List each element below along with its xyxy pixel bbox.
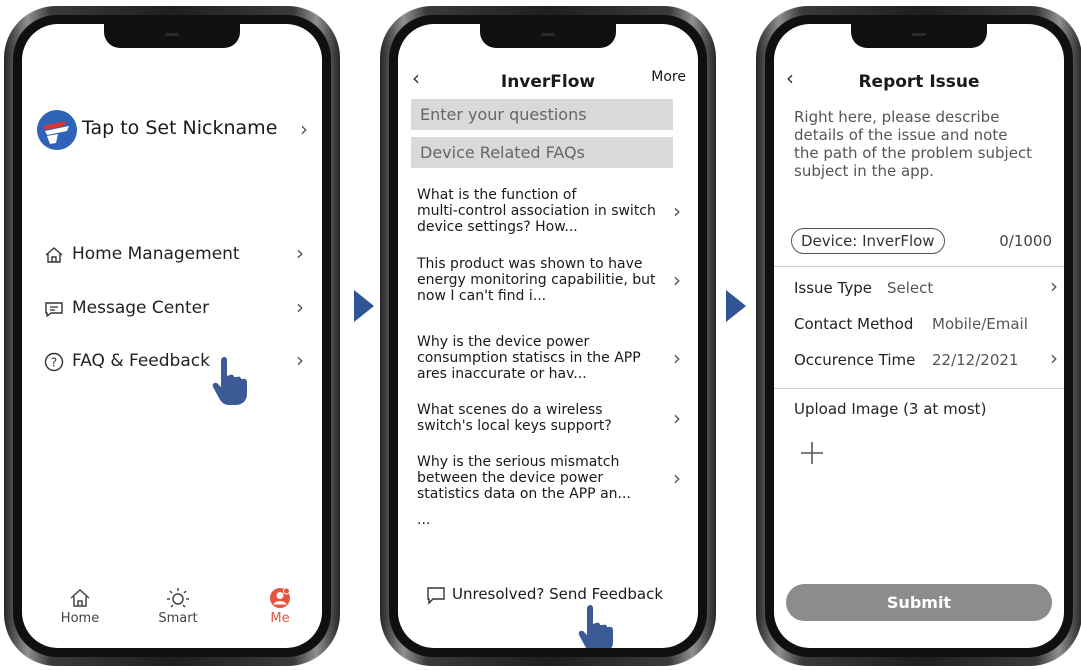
tab-label: Me <box>270 611 290 626</box>
menu-label: Message Center <box>72 298 210 318</box>
divider <box>774 388 1064 389</box>
chevron-right-icon: › <box>1050 346 1058 370</box>
faq-line: multi-control association in switch <box>417 203 656 219</box>
tab-label: Home <box>60 611 100 626</box>
faq-item[interactable]: Why is the device power consumption stat… <box>417 334 681 382</box>
question-circle-icon: ? <box>44 352 64 372</box>
svg-text:?: ? <box>51 356 57 370</box>
section-header: Device Related FAQs <box>411 137 673 168</box>
faq-line: Why is the device power <box>417 334 590 350</box>
faq-line: consumption statiscs in the APP <box>417 350 641 366</box>
occurence-time-value: 22/12/2021 <box>932 351 1019 369</box>
message-icon <box>45 302 63 318</box>
faq-line: What scenes do a wireless <box>417 402 603 418</box>
occurence-time-label: Occurence Time <box>794 351 916 369</box>
plus-icon[interactable] <box>800 441 824 465</box>
chevron-right-icon: › <box>296 295 304 319</box>
report-screen: ‹ Report Issue Right here, please descri… <box>774 24 1064 648</box>
description-line: the path of the problem subject <box>794 144 1033 162</box>
faq-item[interactable]: What scenes do a wireless switch's local… <box>417 402 681 434</box>
faq-line: This product was shown to have <box>417 256 643 272</box>
character-counter: 0/1000 <box>999 232 1052 250</box>
chevron-right-icon: › <box>1050 274 1058 298</box>
profile-icon <box>270 587 290 608</box>
profile-row[interactable]: Tap to Set Nickname › <box>36 109 308 153</box>
submit-button[interactable]: Submit <box>786 584 1052 621</box>
contact-method-row[interactable]: Contact Method Mobile/Email <box>774 310 1064 338</box>
message-icon <box>427 587 445 605</box>
chevron-right-icon: › <box>673 199 681 223</box>
phone-frame-report: ‹ Report Issue Right here, please descri… <box>756 6 1081 666</box>
chevron-right-icon: › <box>300 117 308 141</box>
tab-home[interactable]: Home <box>50 587 110 626</box>
phone-frame-faq: ‹ InverFlow More Enter your questions De… <box>380 6 716 666</box>
occurence-time-row[interactable]: Occurence Time 22/12/2021 › <box>774 346 1064 374</box>
description-input[interactable]: Right here, please describe details of t… <box>794 108 1032 180</box>
notch <box>104 24 240 48</box>
issue-type-label: Issue Type <box>794 279 873 297</box>
upload-label: Upload Image (3 at most) <box>794 400 987 418</box>
more-button[interactable]: More <box>651 69 686 85</box>
description-line: details of the issue and note <box>794 126 1008 144</box>
flow-arrow <box>726 290 746 322</box>
chevron-right-icon: › <box>296 348 304 372</box>
menu-label: Home Management <box>72 244 240 264</box>
feedback-label: Unresolved? Send Feedback <box>452 585 664 603</box>
chevron-right-icon: › <box>673 268 681 292</box>
faq-line: What is the function of <box>417 187 577 203</box>
tab-me[interactable]: Me <box>250 587 310 626</box>
nickname-label: Tap to Set Nickname <box>82 117 278 139</box>
faq-line: statistics data on the APP an... <box>417 486 631 502</box>
notch <box>851 24 987 48</box>
issue-type-row[interactable]: Issue Type Select › <box>774 274 1064 302</box>
faq-line: between the device power <box>417 470 604 486</box>
flow-arrow <box>354 290 374 322</box>
pointer-hand-icon <box>212 356 247 405</box>
chevron-right-icon: › <box>296 241 304 265</box>
faq-line: now I can't find i... <box>417 288 547 304</box>
contact-method-value: Mobile/Email <box>932 315 1028 333</box>
faq-item[interactable]: What is the function of multi-control as… <box>417 187 681 235</box>
tab-label: Smart <box>158 611 198 626</box>
faq-line: device settings? How... <box>417 219 578 235</box>
faq-screen: ‹ InverFlow More Enter your questions De… <box>398 24 698 648</box>
sun-icon <box>167 588 189 608</box>
faq-line: energy monitoring capabilitie, but <box>417 272 656 288</box>
faq-item[interactable]: This product was shown to have energy mo… <box>417 256 681 304</box>
divider <box>774 266 1064 267</box>
home-outline-icon <box>45 247 63 263</box>
chevron-right-icon: › <box>673 466 681 490</box>
pointer-hand-icon <box>578 604 613 648</box>
contact-method-label: Contact Method <box>794 315 914 333</box>
faq-line: Why is the serious mismatch <box>417 454 620 470</box>
search-input[interactable]: Enter your questions <box>411 99 673 130</box>
menu-label: FAQ & Feedback <box>72 351 210 371</box>
home-icon <box>70 588 90 607</box>
send-feedback-button[interactable]: Unresolved? Send Feedback <box>426 584 686 606</box>
faq-line: ares inaccurate or hav... <box>417 366 587 382</box>
chevron-right-icon: › <box>673 406 681 430</box>
description-line: Right here, please describe <box>794 108 1000 126</box>
menu-item-message-center[interactable]: Message Center › <box>44 295 304 325</box>
chevron-right-icon: › <box>673 346 681 370</box>
device-tag[interactable]: Device: InverFlow <box>791 228 945 254</box>
page-title: Report Issue <box>858 72 980 92</box>
tab-smart[interactable]: Smart <box>148 587 208 626</box>
app-logo-avatar <box>37 110 77 150</box>
more-ellipsis: ... <box>417 512 431 528</box>
menu-item-faq-feedback[interactable]: ? FAQ & Feedback › <box>44 348 304 378</box>
phone-frame-me: Tap to Set Nickname › Home Management › … <box>4 6 340 666</box>
description-line: subject in the app. <box>794 162 934 180</box>
menu-item-home-management[interactable]: Home Management › <box>44 241 304 271</box>
faq-item[interactable]: Why is the serious mismatch between the … <box>417 454 681 502</box>
issue-type-value: Select <box>887 279 934 297</box>
notch <box>480 24 616 48</box>
me-screen: Tap to Set Nickname › Home Management › … <box>22 24 322 648</box>
faq-line: switch's local keys support? <box>417 418 612 434</box>
